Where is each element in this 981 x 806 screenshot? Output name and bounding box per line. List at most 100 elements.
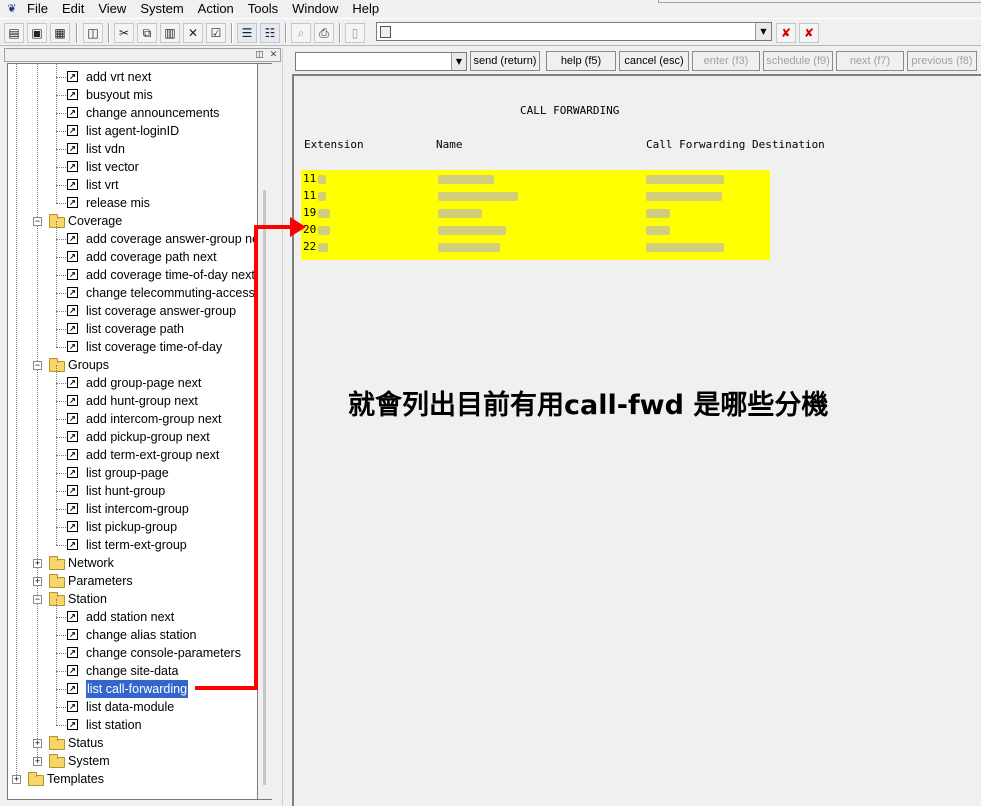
tree-command-item[interactable]: ↗ list intercom-group [8,500,257,518]
menu-view[interactable]: View [98,1,126,17]
tree-folder-groups[interactable]: − Groups [8,356,257,374]
view-tree-icon[interactable]: ☰ [237,23,257,43]
tree-command-item[interactable]: ↗ add station next [8,608,257,626]
expand-icon[interactable]: + [33,757,42,766]
tree-command-item[interactable]: ↗ list vector [8,158,257,176]
tree-command-item[interactable]: ↗ add coverage time-of-day next [8,266,257,284]
windows-icon[interactable]: ◫ [83,23,103,43]
tree-command-item[interactable]: ↗ add coverage path next [8,248,257,266]
tree-command-item[interactable]: ↗ list pickup-group [8,518,257,536]
tree-item-label: add intercom-group next [86,412,222,426]
tree-folder-coverage[interactable]: − Coverage [8,212,257,230]
delete-icon[interactable]: ✕ [183,23,203,43]
tree-command-item[interactable]: ↗ list coverage time-of-day [8,338,257,356]
redacted-value [438,226,506,235]
session-select[interactable]: ▼ [376,22,772,41]
tree-command-item[interactable]: ↗ change telecommuting-access [8,284,257,302]
send-button[interactable]: send (return) [470,51,540,71]
tree-folder-status[interactable]: + Status [8,734,257,752]
print-icon[interactable]: ⎙ [314,23,334,43]
schedule-button[interactable]: schedule (f9) [763,51,833,71]
chevron-down-icon[interactable]: ▼ [755,23,771,40]
tree-command-item[interactable]: ↗ busyout mis [8,86,257,104]
expand-icon[interactable]: + [33,559,42,568]
pin-icon[interactable]: ◫ [253,49,266,61]
disconnect-icon[interactable]: ✘ [776,23,796,43]
tree-command-item[interactable]: ↗ change announcements [8,104,257,122]
paste-icon[interactable]: ▥ [160,23,180,43]
expand-icon[interactable]: + [12,775,21,784]
command-input[interactable]: ▼ [295,52,467,71]
menu-system[interactable]: System [140,1,183,17]
close-session-icon[interactable]: ✘ [799,23,819,43]
tree-command-item[interactable]: ↗ list coverage path [8,320,257,338]
expand-icon[interactable]: + [33,577,42,586]
tree-command-item[interactable]: ↗ change console-parameters [8,644,257,662]
help-button[interactable]: help (f5) [546,51,616,71]
tree-command-item[interactable]: ↗ list vdn [8,140,257,158]
tree-command-item[interactable]: ↗ change alias station [8,626,257,644]
folder-icon [49,574,65,588]
collapse-icon[interactable]: − [33,217,42,226]
shortcut-icon: ↗ [67,89,78,100]
redacted-value [438,192,518,201]
chevron-down-icon[interactable]: ▼ [451,53,466,70]
tree-folder-system[interactable]: + System [8,752,257,770]
tree-command-item-selected[interactable]: ↗ list call-forwarding [8,680,257,698]
menu-help[interactable]: Help [352,1,379,17]
tree-command-item[interactable]: ↗ list group-page [8,464,257,482]
menu-edit[interactable]: Edit [62,1,84,17]
tree-command-item[interactable]: ↗ add coverage answer-group next [8,230,257,248]
previous-button[interactable]: previous (f8) [907,51,977,71]
tree-command-item[interactable]: ↗ add term-ext-group next [8,446,257,464]
tree-command-item[interactable]: ↗ release mis [8,194,257,212]
collapse-icon[interactable]: − [33,595,42,604]
tree-scrollbar[interactable] [258,63,272,800]
tree-command-item[interactable]: ↗ add pickup-group next [8,428,257,446]
tree-command-item[interactable]: ↗ list station [8,716,257,734]
tree-folder-templates[interactable]: + Templates [8,770,257,788]
shortcut-icon: ↗ [67,485,78,496]
tree-command-item[interactable]: ↗ add hunt-group next [8,392,257,410]
tree-command-item[interactable]: ↗ list vrt [8,176,257,194]
tree-folder-station[interactable]: − Station [8,590,257,608]
cut-icon[interactable]: ✂ [114,23,134,43]
print-preview-icon[interactable]: ⌕ [291,23,311,43]
tree-command-item[interactable]: ↗ change site-data [8,662,257,680]
redacted-value [646,175,724,184]
document-icon[interactable]: ▯ [345,23,365,43]
open-icon[interactable]: ▣ [27,23,47,43]
app-icon[interactable]: ❦ [3,1,21,16]
save-icon[interactable]: ▦ [50,23,70,43]
tree-command-item[interactable]: ↗ list data-module [8,698,257,716]
properties-icon[interactable]: ☑ [206,23,226,43]
menu-action[interactable]: Action [198,1,234,17]
tree-command-item[interactable]: ↗ add group-page next [8,374,257,392]
tree-folder-network[interactable]: + Network [8,554,257,572]
scrollbar-thumb[interactable] [263,190,266,785]
view-list-icon[interactable]: ☷ [260,23,280,43]
shortcut-icon: ↗ [67,269,78,280]
tree-command-item[interactable]: ↗ list hunt-group [8,482,257,500]
next-button[interactable]: next (f7) [836,51,904,71]
tree-command-item[interactable]: ↗ list coverage answer-group [8,302,257,320]
tree-command-item[interactable]: ↗ add intercom-group next [8,410,257,428]
tree-command-item[interactable]: ↗ add vrt next [8,68,257,86]
tree-command-item[interactable]: ↗ list agent-loginID [8,122,257,140]
shortcut-icon: ↗ [67,305,78,316]
expand-icon[interactable]: + [33,739,42,748]
tree-command-item[interactable]: ↗ list term-ext-group [8,536,257,554]
panel-splitter[interactable] [282,48,290,806]
copy-icon[interactable]: ⧉ [137,23,157,43]
tree-folder-parameters[interactable]: + Parameters [8,572,257,590]
menu-tools[interactable]: Tools [248,1,278,17]
enter-button[interactable]: enter (f3) [692,51,760,71]
cancel-button[interactable]: cancel (esc) [619,51,689,71]
collapse-icon[interactable]: − [33,361,42,370]
close-icon[interactable]: ✕ [267,49,280,61]
menu-window[interactable]: Window [292,1,338,17]
tree-item-label: add pickup-group next [86,430,210,444]
shortcut-icon: ↗ [67,521,78,532]
new-icon[interactable]: ▤ [4,23,24,43]
menu-file[interactable]: File [27,1,48,17]
